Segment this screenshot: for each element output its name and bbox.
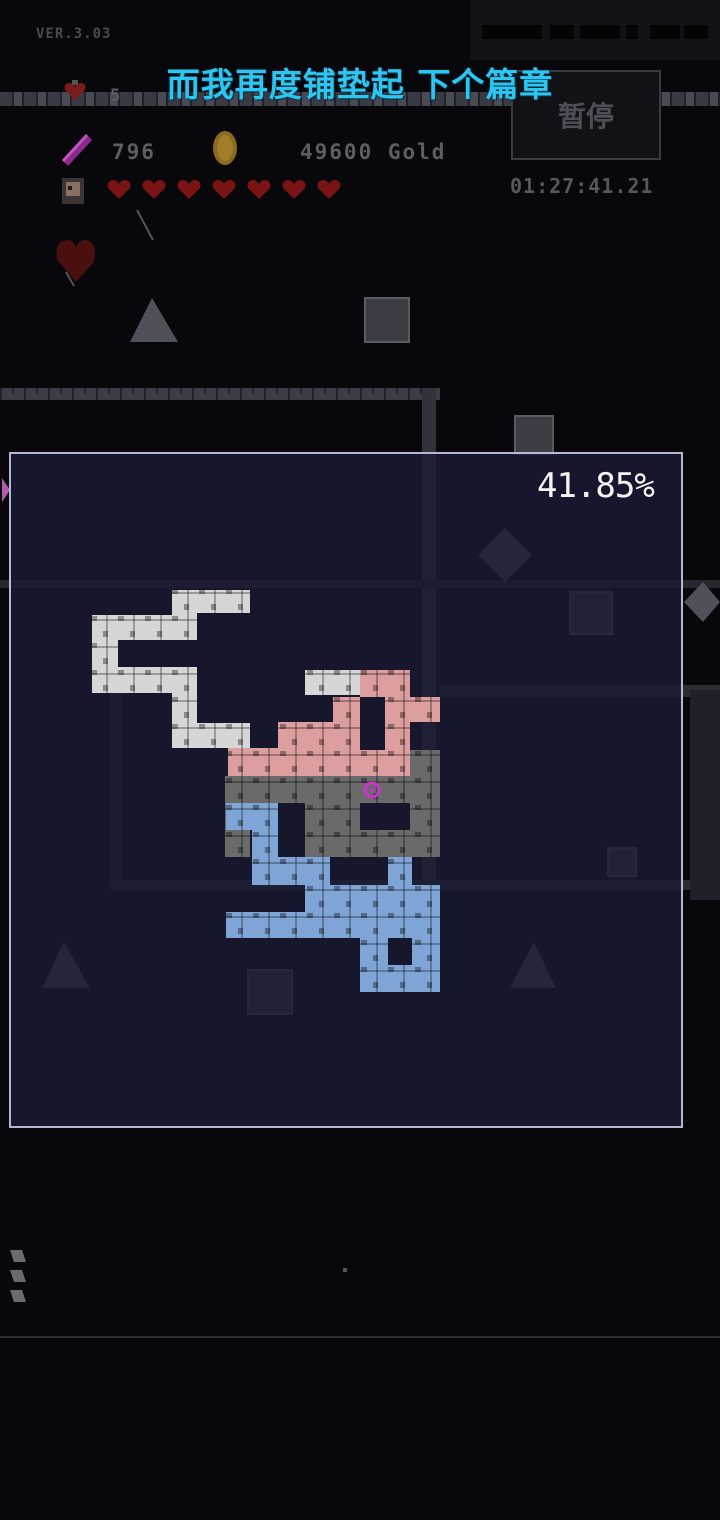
minimap-rooms <box>92 590 440 992</box>
center-dot <box>343 1268 347 1272</box>
menu-handle-icon[interactable] <box>8 1248 32 1308</box>
subtitle-caption: 而我再度铺垫起 下个篇章 <box>166 65 554 104</box>
bottom-divider <box>0 1336 720 1338</box>
